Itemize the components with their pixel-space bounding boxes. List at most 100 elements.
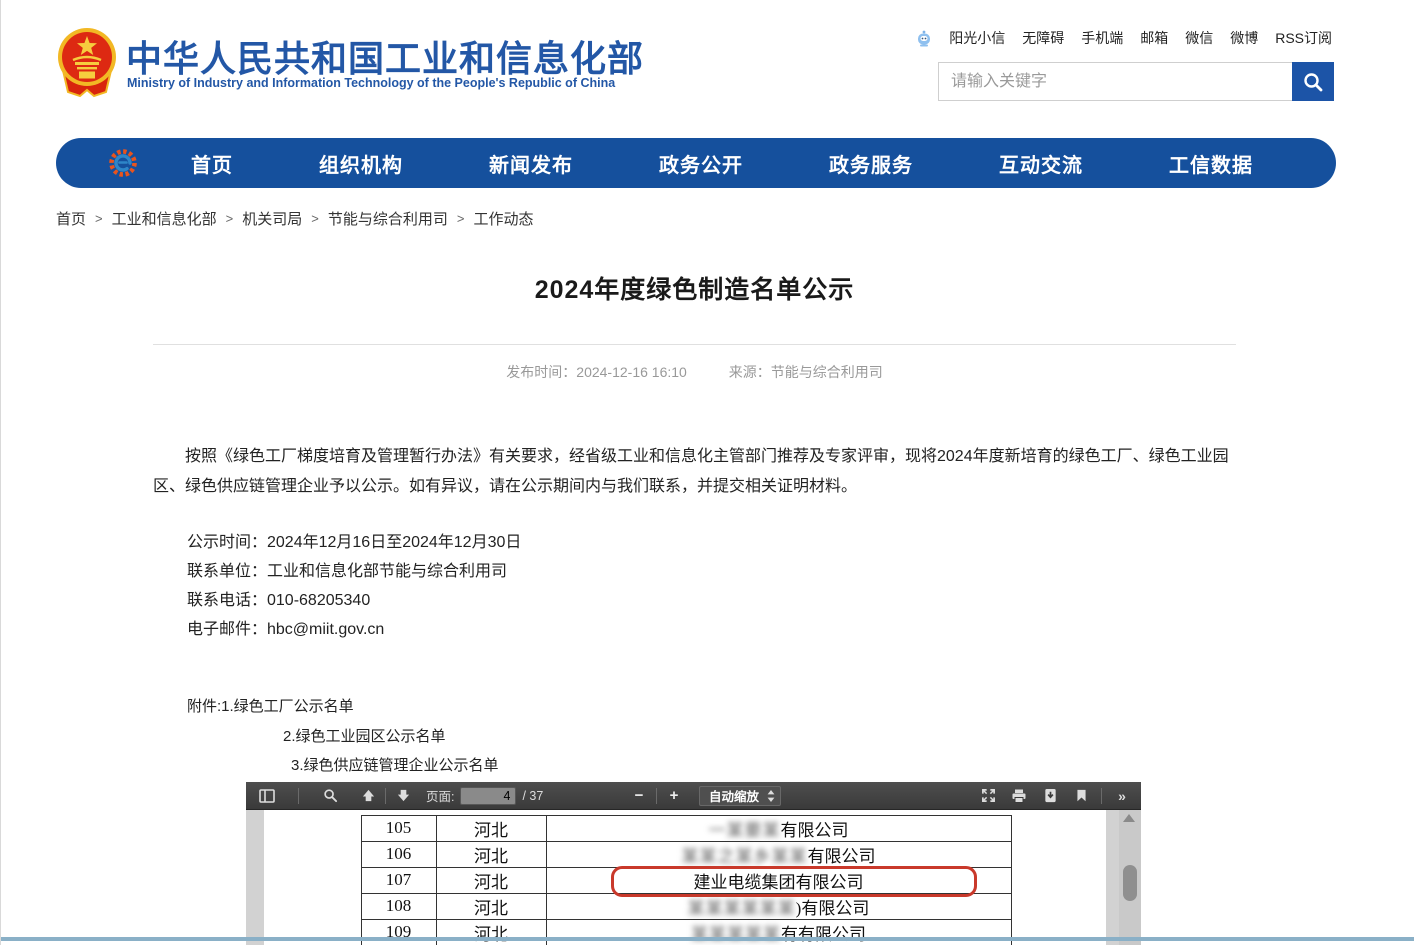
download-icon[interactable]	[1039, 785, 1061, 807]
attachment-3[interactable]: 3.绿色供应链管理企业公示名单	[291, 751, 1236, 781]
table-row-107-province: 河北	[436, 867, 546, 893]
nav-item-organization[interactable]: 组织机构	[319, 149, 403, 178]
table-row-105-company: 一某要某有限公司	[546, 815, 1011, 841]
company-suffix: 有限公司	[808, 842, 876, 867]
company-suffix: 有限公司	[781, 816, 849, 841]
scroll-up-icon[interactable]	[1123, 814, 1135, 822]
table-row-105-num: 105	[361, 815, 436, 841]
article-meta: 发布时间：2024-12-16 16:10 来源：节能与综合利用司	[153, 362, 1236, 382]
attachment-1[interactable]: 附件:1.绿色工厂公示名单	[187, 692, 1236, 722]
breadcrumb-separator: >	[457, 211, 465, 226]
attachments: 附件:1.绿色工厂公示名单 2.绿色工业园区公示名单 3.绿色供应链管理企业公示…	[187, 692, 1236, 781]
nav-item-miit-data[interactable]: 工信数据	[1169, 149, 1253, 178]
pdf-toolbar-right: »	[977, 785, 1133, 807]
pdf-scrollbar[interactable]	[1119, 810, 1141, 945]
pdf-content: 105 河北 一某要某有限公司 106 河北 某某之某乡某某 有限公司 107 …	[246, 810, 1141, 945]
page-down-icon[interactable]	[392, 785, 414, 807]
table-row-108-num: 108	[361, 893, 436, 919]
info-contact-unit: 联系单位：工业和信息化部节能与综合利用司	[187, 557, 1236, 586]
quick-link-wechat[interactable]: 微信	[1185, 28, 1213, 48]
scroll-thumb[interactable]	[1123, 865, 1137, 901]
bottom-accent-line	[1, 937, 1414, 941]
attachment-2[interactable]: 2.绿色工业园区公示名单	[283, 722, 1236, 752]
site-search	[938, 62, 1334, 101]
page-number-input[interactable]	[460, 787, 516, 805]
page: 中华人民共和国工业和信息化部 Ministry of Industry and …	[0, 0, 1414, 945]
national-emblem-logo	[56, 26, 118, 98]
table-row-108-province: 河北	[436, 893, 546, 919]
nav-item-home[interactable]: 首页	[191, 149, 233, 178]
company-suffix: )有限公司	[796, 894, 870, 919]
main-nav: 首页 组织机构 新闻发布 政务公开 政务服务 互动交流 工信数据	[56, 138, 1336, 188]
toolbar-separator	[656, 788, 657, 804]
table-row-107-num: 107	[361, 867, 436, 893]
nav-item-news[interactable]: 新闻发布	[489, 149, 573, 178]
table-row-108-company: 某某某某某某)有限公司	[546, 893, 1011, 919]
article-source: 来源：节能与综合利用司	[729, 364, 883, 380]
find-icon[interactable]	[319, 785, 341, 807]
toolbar-separator	[298, 788, 299, 804]
redacted-text: 某某之某乡某某	[682, 842, 808, 867]
breadcrumb-departments[interactable]: 机关司局	[242, 208, 302, 229]
zoom-scale-select[interactable]: 自动缩放	[699, 786, 781, 806]
quick-links-bar: 阳光小信 无障碍 手机端 邮箱 微信 微博 RSS订阅	[916, 28, 1332, 48]
print-icon[interactable]	[1008, 785, 1030, 807]
quick-link-mobile[interactable]: 手机端	[1081, 28, 1123, 48]
table-line	[1011, 815, 1012, 945]
title-divider	[153, 344, 1236, 345]
more-tools-button[interactable]: »	[1111, 785, 1133, 807]
article-title: 2024年度绿色制造名单公示	[153, 270, 1236, 306]
toolbar-separator	[1101, 788, 1102, 804]
quick-link-mail[interactable]: 邮箱	[1140, 28, 1168, 48]
quick-link-accessibility[interactable]: 无障碍	[1022, 28, 1064, 48]
bookmark-icon[interactable]	[1070, 785, 1092, 807]
nav-item-interaction[interactable]: 互动交流	[999, 149, 1083, 178]
quick-link-weibo[interactable]: 微博	[1230, 28, 1258, 48]
table-row-109-num: 109	[361, 919, 436, 945]
search-input[interactable]	[938, 62, 1292, 101]
breadcrumb-work-dynamics[interactable]: 工作动态	[473, 208, 533, 229]
article-paragraph: 按照《绿色工厂梯度培育及管理暂行办法》有关要求，经省级工业和信息化主管部门推荐及…	[153, 442, 1236, 502]
redacted-text: 某某某某某某	[688, 894, 796, 919]
table-row-106-company: 某某之某乡某某 有限公司	[546, 841, 1011, 867]
contact-info: 公示时间：2024年12月16日至2024年12月30日 联系单位：工业和信息化…	[187, 528, 1236, 644]
zoom-in-button[interactable]: +	[663, 785, 685, 807]
pdf-toolbar: 页面: / 37 − + 自动缩放	[246, 782, 1141, 810]
pdf-viewer: 页面: / 37 − + 自动缩放	[246, 782, 1141, 945]
search-button[interactable]	[1292, 62, 1334, 101]
redacted-text: 一某要某	[709, 816, 781, 841]
breadcrumb-home[interactable]: 首页	[56, 208, 86, 229]
page-up-icon[interactable]	[357, 785, 379, 807]
article: 2024年度绿色制造名单公示 发布时间：2024-12-16 16:10 来源：…	[153, 270, 1236, 781]
nav-items: 首页 组织机构 新闻发布 政务公开 政务服务 互动交流 工信数据	[148, 149, 1296, 178]
table-row-106-num: 106	[361, 841, 436, 867]
breadcrumb-energy-dept[interactable]: 节能与综合利用司	[328, 208, 448, 229]
zoom-out-button[interactable]: −	[628, 785, 650, 807]
table-row-109-company: 某某某某某有有限公司	[546, 919, 1011, 945]
info-publicity-period: 公示时间：2024年12月16日至2024年12月30日	[187, 528, 1236, 557]
nav-item-gov-services[interactable]: 政务服务	[829, 149, 913, 178]
toolbar-separator	[385, 788, 386, 804]
search-icon	[1302, 71, 1324, 93]
pdf-toolbar-zoom: − + 自动缩放	[628, 785, 781, 807]
site-subtitle: Ministry of Industry and Information Tec…	[127, 76, 615, 90]
breadcrumb: 首页 > 工业和信息化部 > 机关司局 > 节能与综合利用司 > 工作动态	[56, 208, 533, 229]
miit-swirl-icon	[108, 148, 138, 178]
info-contact-email: 电子邮件：hbc@miit.gov.cn	[187, 615, 1236, 644]
info-contact-phone: 联系电话：010-68205340	[187, 586, 1236, 615]
breadcrumb-separator: >	[226, 211, 234, 226]
quick-link-rss[interactable]: RSS订阅	[1275, 28, 1332, 48]
quick-link-yangguangxiaoxin[interactable]: 阳光小信	[949, 28, 1005, 48]
select-arrows-icon	[767, 790, 775, 802]
nav-item-gov-disclosure[interactable]: 政务公开	[659, 149, 743, 178]
site-title: 中华人民共和国工业和信息化部	[126, 30, 644, 82]
table-row-105-province: 河北	[436, 815, 546, 841]
breadcrumb-separator: >	[311, 211, 319, 226]
table-row-106-province: 河北	[436, 841, 546, 867]
pdf-toolbar-left: 页面: / 37	[256, 785, 543, 807]
breadcrumb-separator: >	[95, 211, 103, 226]
page-total: / 37	[522, 789, 543, 803]
presentation-mode-icon[interactable]	[977, 785, 999, 807]
sidebar-toggle-icon[interactable]	[256, 785, 278, 807]
breadcrumb-miit[interactable]: 工业和信息化部	[112, 208, 217, 229]
